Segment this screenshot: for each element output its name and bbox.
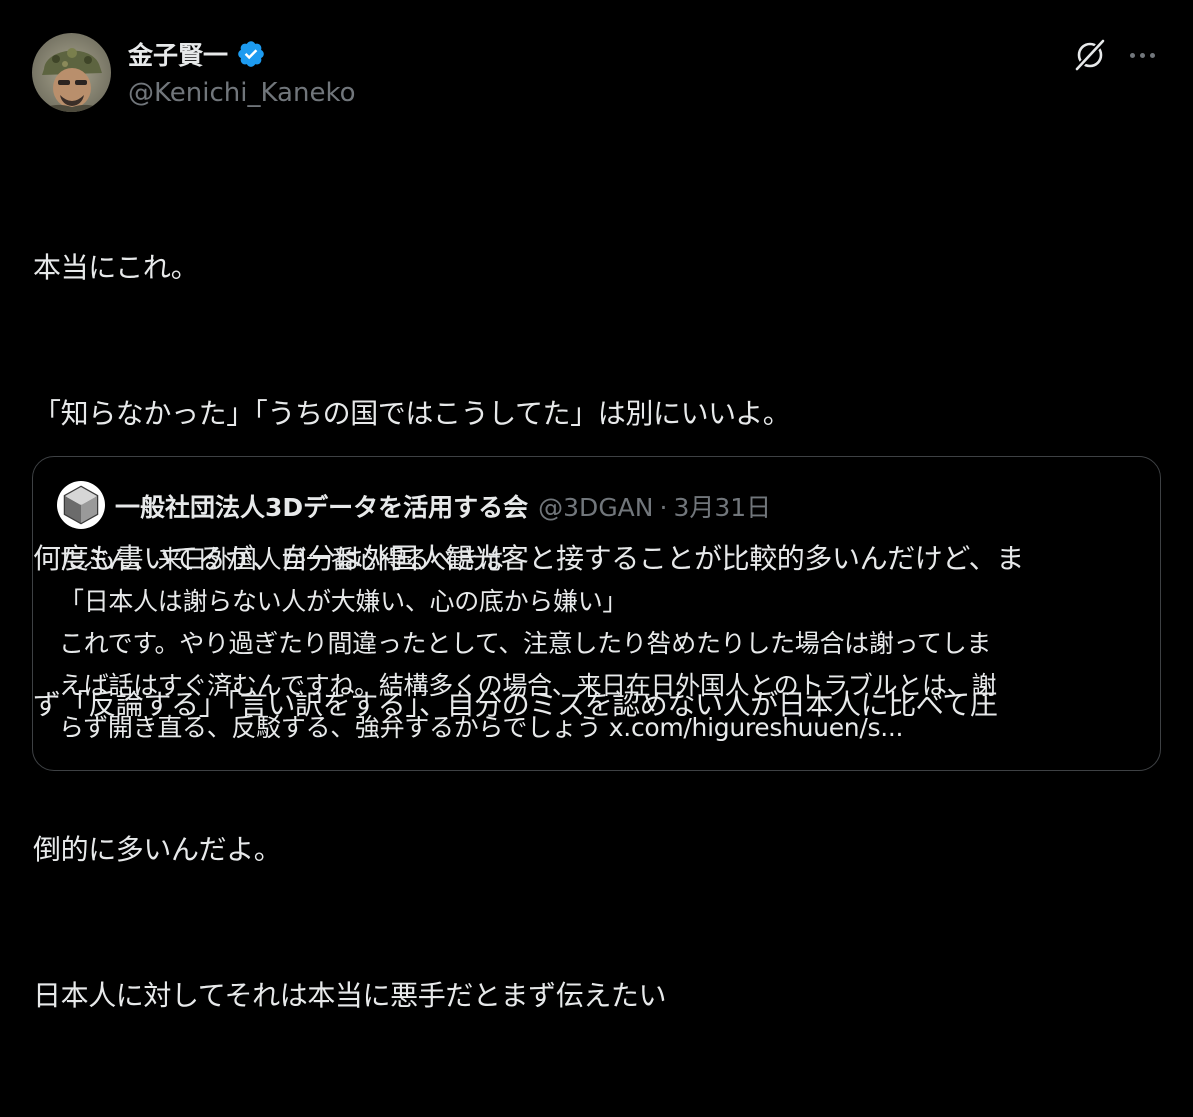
more-dot <box>1129 52 1135 58</box>
quoted-header: 一般社団法人3Dデータを活用する会 @3DGAN · 3月31日 <box>115 488 771 524</box>
post: 金子賢一 @Kenichi_Kaneko 本当にこれ。 「知らなかった」「うちの… <box>0 0 1193 1012</box>
quoted-post-text: たぶん、来日外国人が一番心得るべきは 「日本人は謝らない人が大嫌い、心の底から嫌… <box>59 539 1139 749</box>
quoted-text-line: えば話はすぐ済むんですね。結構多くの場合、来日在日外国人とのトラブルとは、謝 <box>59 671 997 700</box>
quoted-text-line: 「日本人は謝らない人が大嫌い、心の底から嫌い」 <box>59 587 628 616</box>
post-text-line: 日本人に対してそれは本当に悪手だとまず伝えたい <box>33 978 667 1012</box>
grok-icon[interactable] <box>1072 37 1108 73</box>
quoted-author-name[interactable]: 一般社団法人3Dデータを活用する会 <box>115 488 528 524</box>
quoted-post[interactable]: 一般社団法人3Dデータを活用する会 @3DGAN · 3月31日 たぶん、来日外… <box>32 456 1161 771</box>
post-text-line: 倒的に多いんだよ。 <box>33 833 282 866</box>
author-name[interactable]: 金子賢一 <box>128 36 228 72</box>
author-handle[interactable]: @Kenichi_Kaneko <box>128 78 356 108</box>
quoted-post-date[interactable]: 3月31日 <box>673 488 771 524</box>
quoted-text-line: たぶん、来日外国人が一番心得るべきは <box>59 545 504 574</box>
verified-badge-icon[interactable] <box>236 39 266 69</box>
quoted-author-handle[interactable]: @3DGAN <box>538 493 653 522</box>
quoted-author-avatar[interactable] <box>57 481 105 529</box>
author-avatar[interactable] <box>32 33 111 112</box>
separator-dot: · <box>659 493 668 522</box>
post-text-line: 「知らなかった」「うちの国ではこうしてた」は別にいいよ。 <box>33 396 791 430</box>
more-options-icon[interactable] <box>1122 40 1162 70</box>
author-name-row: 金子賢一 <box>128 38 266 70</box>
more-dot <box>1149 52 1155 58</box>
quoted-text-line: これです。やり過ぎたり間違ったとして、注意したり咎めたりした場合は謝ってしま <box>59 629 992 658</box>
more-dot <box>1139 52 1145 58</box>
post-text-line: 本当にこれ。 <box>33 251 199 284</box>
quoted-text-line: らず開き直る、反駁する、強弁するからでしょう x.com/higureshuue… <box>59 713 904 742</box>
